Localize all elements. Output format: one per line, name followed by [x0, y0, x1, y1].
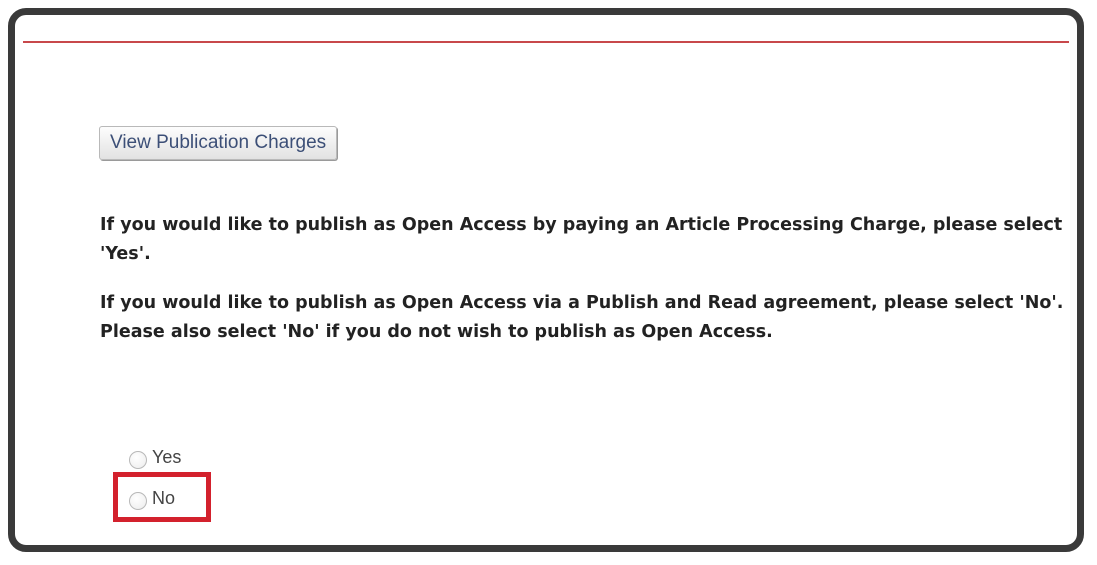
- yes-label: Yes: [152, 446, 182, 467]
- agreement-instructions-text: If you would like to publish as Open Acc…: [100, 293, 1064, 342]
- option-yes[interactable]: Yes: [129, 445, 181, 469]
- dialog-panel: View Publication Charges If you would li…: [8, 8, 1084, 552]
- no-option-highlight-box: [113, 472, 211, 522]
- apc-instructions-text: If you would like to publish as Open Acc…: [100, 215, 1063, 264]
- header-divider: [23, 41, 1069, 43]
- view-publication-charges-button[interactable]: View Publication Charges: [99, 126, 338, 160]
- yes-radio-button[interactable]: [129, 451, 147, 469]
